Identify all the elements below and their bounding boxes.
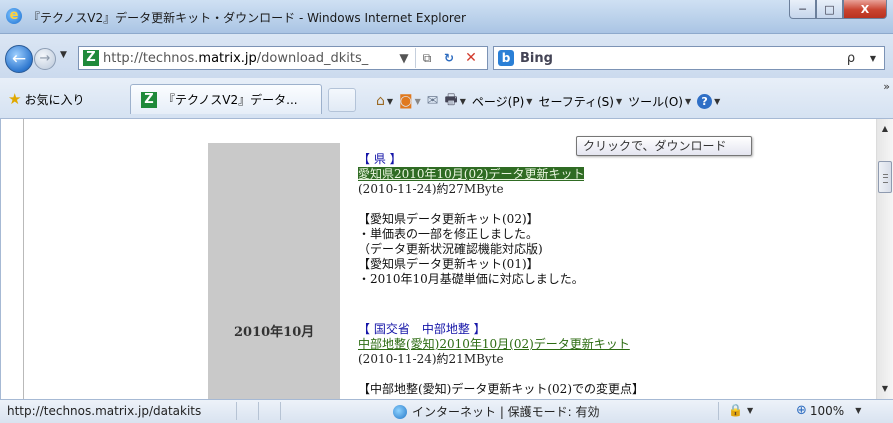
back-button[interactable]: ← xyxy=(5,45,33,73)
read-mail-button[interactable]: ✉ xyxy=(427,93,439,109)
maximize-button[interactable]: □ xyxy=(816,0,843,19)
command-bar: ★ お気に入り Z 『テクノスV2』データ... ⌂ ▼ ◙ ▼ ✉ 🖶 ▼ ペ… xyxy=(0,78,893,119)
forward-button[interactable]: → xyxy=(34,48,56,70)
address-url[interactable]: http://technos.matrix.jp/download_dkits_ xyxy=(103,51,393,66)
download-tooltip: クリックで、ダウンロード xyxy=(576,136,752,156)
feed-icon: ◙ xyxy=(399,93,413,109)
entry-category: 【 国交省 中部地整 】 xyxy=(358,322,486,336)
home-icon: ⌂ xyxy=(376,93,385,109)
status-bar: http://technos.matrix.jp/datakits インターネッ… xyxy=(0,399,893,423)
favorites-label: お気に入り xyxy=(24,92,85,107)
entry-note: 【愛知県データ更新キット(02)】 xyxy=(358,212,539,226)
chevron-down-icon: ▼ xyxy=(746,405,754,415)
page-menu-label: ページ(P) xyxy=(471,94,525,109)
status-divider xyxy=(236,402,237,420)
download-link[interactable]: 愛知県2010年10月(02)データ更新キット xyxy=(358,167,585,181)
recent-pages-dropdown[interactable]: ▼ xyxy=(60,50,67,60)
window-controls: ─ □ X xyxy=(789,0,887,20)
entry-category: 【 県 】 xyxy=(358,152,402,166)
site-favicon-icon: Z xyxy=(83,50,99,66)
feeds-dropdown-icon[interactable]: ▼ xyxy=(415,97,421,106)
tab-active[interactable]: Z 『テクノスV2』データ... xyxy=(130,84,322,114)
navigation-bar: ← → ▼ Z http://technos.matrix.jp/downloa… xyxy=(0,34,893,78)
entry-note: 【愛知県データ更新キット(01)】 xyxy=(358,257,539,271)
address-dropdown[interactable]: ▼ xyxy=(393,51,415,65)
stop-icon[interactable]: ✕ xyxy=(460,50,482,66)
feeds-button[interactable]: ◙ ▼ xyxy=(399,93,421,109)
home-button[interactable]: ⌂ ▼ xyxy=(376,93,393,109)
entry-note: ・単価表の一部を修正しました。 xyxy=(358,227,539,241)
help-icon: ? xyxy=(697,93,713,109)
lock-icon: 🔒 xyxy=(728,403,743,417)
search-box[interactable]: b Bing ρ ▼ xyxy=(493,46,885,70)
security-zone-label: インターネット | 保護モード: 有効 xyxy=(412,405,600,419)
minimize-button[interactable]: ─ xyxy=(789,0,816,19)
new-tab-button[interactable] xyxy=(328,88,356,112)
download-entry: 【 県 】 愛知県2010年10月(02)データ更新キット (2010-11-2… xyxy=(358,152,585,287)
search-icon[interactable]: ρ xyxy=(840,51,862,66)
scroll-thumb[interactable] xyxy=(878,161,892,193)
title-bar: e 『テクノスV2』データ更新キット・ダウンロード - Windows Inte… xyxy=(0,0,893,34)
print-button[interactable]: 🖶 ▼ xyxy=(445,89,466,113)
page-content: 2010年10月 【 県 】 愛知県2010年10月(02)データ更新キット (… xyxy=(0,119,877,399)
download-link[interactable]: 中部地整(愛知)2010年10月(02)データ更新キット xyxy=(358,337,630,351)
home-dropdown-icon[interactable]: ▼ xyxy=(387,97,393,106)
vertical-scrollbar[interactable]: ▲ ▼ xyxy=(876,119,893,399)
entry-note: 【中部地整(愛知)データ更新キット(02)での変更点】 xyxy=(358,382,644,396)
star-icon: ★ xyxy=(8,90,22,108)
chevron-down-icon: ▼ xyxy=(615,96,623,106)
grip-icon xyxy=(883,174,888,183)
ie-icon: e xyxy=(6,8,22,24)
help-button[interactable]: ? ▼ xyxy=(697,93,721,109)
date-cell: 2010年10月 xyxy=(208,143,340,399)
chevron-down-icon: ▼ xyxy=(714,96,721,106)
safety-menu[interactable]: セーフティ(S) ▼ xyxy=(538,93,622,110)
search-options-dropdown[interactable]: ▼ xyxy=(862,54,884,63)
entry-note: ・2010年10月基礎単価に対応しました。 xyxy=(358,272,584,286)
refresh-icon[interactable]: ↻ xyxy=(438,51,460,65)
status-divider xyxy=(258,402,259,420)
bing-icon: b xyxy=(498,50,514,66)
chevron-down-icon: ▼ xyxy=(526,96,533,106)
scroll-down-arrow[interactable]: ▼ xyxy=(877,381,893,397)
address-bar[interactable]: Z http://technos.matrix.jp/download_dkit… xyxy=(78,46,488,70)
close-button[interactable]: X xyxy=(843,0,887,19)
tools-menu[interactable]: ツール(O) ▼ xyxy=(628,93,691,110)
scroll-up-arrow[interactable]: ▲ xyxy=(877,121,893,137)
status-divider xyxy=(718,402,719,420)
status-divider xyxy=(280,402,281,420)
entry-note: （データ更新状況確認機能対応版) xyxy=(358,242,543,256)
command-tools: ⌂ ▼ ◙ ▼ ✉ 🖶 ▼ ページ(P) ▼ セーフティ(S) ▼ ツール(O)… xyxy=(376,89,720,113)
chevron-down-icon: ▼ xyxy=(684,96,692,106)
chevron-down-icon: ▼ xyxy=(855,406,862,415)
zoom-level: 100% xyxy=(809,403,845,418)
safety-menu-label: セーフティ(S) xyxy=(538,94,614,109)
tab-title: 『テクノスV2』データ... xyxy=(163,93,298,107)
mail-icon: ✉ xyxy=(426,93,439,109)
site-favicon-icon: Z xyxy=(141,91,157,108)
date-label: 2010年10月 xyxy=(234,325,315,340)
protected-mode-tools[interactable]: 🔒 ▼ xyxy=(728,403,753,417)
entry-meta: (2010-11-24)約27MByte xyxy=(358,182,504,196)
entry-meta: (2010-11-24)約21MByte xyxy=(358,352,504,366)
globe-icon xyxy=(393,404,407,419)
tools-menu-label: ツール(O) xyxy=(628,94,683,109)
printer-icon: 🖶 xyxy=(444,92,458,108)
table-border xyxy=(23,119,24,399)
print-dropdown-icon[interactable]: ▼ xyxy=(460,97,466,106)
download-entry: 【 国交省 中部地整 】 中部地整(愛知)2010年10月(02)データ更新キッ… xyxy=(358,322,644,397)
status-url: http://technos.matrix.jp/datakits xyxy=(7,404,202,418)
window-title: 『テクノスV2』データ更新キット・ダウンロード - Windows Intern… xyxy=(28,11,466,25)
security-zone[interactable]: インターネット | 保護モード: 有効 xyxy=(393,403,600,420)
compatibility-view-icon[interactable]: ⧉ xyxy=(416,51,438,66)
page-menu[interactable]: ページ(P) ▼ xyxy=(472,93,533,110)
search-provider[interactable]: Bing xyxy=(520,51,840,66)
more-commands-icon[interactable]: » xyxy=(883,80,890,93)
zoom-control[interactable]: ⊕ 100% ▼ xyxy=(796,403,861,418)
zoom-icon: ⊕ xyxy=(796,403,807,418)
favorites-button[interactable]: ★ お気に入り xyxy=(8,90,84,108)
